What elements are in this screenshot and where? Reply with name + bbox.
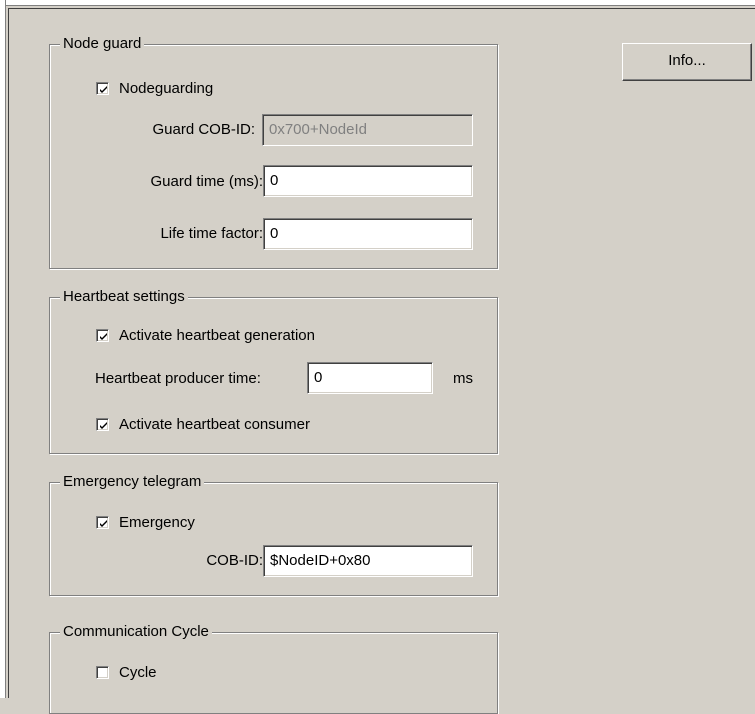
checkmark-icon bbox=[100, 422, 107, 429]
nodeguarding-checkbox[interactable] bbox=[96, 82, 109, 95]
emergency-checkbox-row[interactable]: Emergency bbox=[96, 514, 195, 531]
communication-cycle-title: Communication Cycle bbox=[60, 622, 212, 642]
nodeguarding-checkbox-row[interactable]: Nodeguarding bbox=[96, 80, 213, 97]
guard-cob-id-label: Guard COB-ID: bbox=[152, 121, 255, 138]
heartbeat-consumer-checkbox-row[interactable]: Activate heartbeat consumer bbox=[96, 416, 310, 433]
emergency-cob-id-label: COB-ID: bbox=[206, 552, 263, 569]
heartbeat-producer-time-field[interactable]: 0 bbox=[307, 362, 433, 394]
heartbeat-generation-checkbox-row[interactable]: Activate heartbeat generation bbox=[96, 327, 315, 344]
heartbeat-consumer-checkbox[interactable] bbox=[96, 418, 109, 431]
heartbeat-consumer-label: Activate heartbeat consumer bbox=[119, 416, 310, 433]
emergency-cob-id-field[interactable]: $NodeID+0x80 bbox=[263, 545, 473, 577]
node-guard-title: Node guard bbox=[60, 34, 145, 54]
cycle-checkbox[interactable] bbox=[96, 666, 109, 679]
emergency-telegram-group: Emergency telegram bbox=[49, 472, 498, 596]
panel-left-edge bbox=[8, 8, 9, 698]
heartbeat-generation-checkbox[interactable] bbox=[96, 329, 109, 342]
window-top-edge bbox=[0, 0, 755, 6]
heartbeat-producer-time-label: Heartbeat producer time: bbox=[95, 370, 261, 387]
checkmark-icon bbox=[100, 86, 107, 93]
heartbeat-generation-label: Activate heartbeat generation bbox=[119, 327, 315, 344]
panel-top-edge bbox=[8, 8, 755, 9]
guard-time-field[interactable]: 0 bbox=[263, 165, 473, 197]
checkmark-icon bbox=[100, 333, 107, 340]
guard-time-label: Guard time (ms): bbox=[150, 173, 263, 190]
window-left-edge bbox=[0, 0, 6, 698]
nodeguarding-label: Nodeguarding bbox=[119, 80, 214, 97]
life-time-factor-field[interactable]: 0 bbox=[263, 218, 473, 250]
checkmark-icon bbox=[100, 520, 107, 527]
cycle-label: Cycle bbox=[119, 664, 157, 681]
emergency-label: Emergency bbox=[119, 514, 195, 531]
guard-cob-id-field: 0x700+NodeId bbox=[262, 114, 473, 146]
heartbeat-producer-time-unit: ms bbox=[453, 370, 473, 387]
emergency-checkbox[interactable] bbox=[96, 516, 109, 529]
cycle-checkbox-row[interactable]: Cycle bbox=[96, 664, 157, 681]
heartbeat-settings-title: Heartbeat settings bbox=[60, 287, 188, 307]
emergency-telegram-title: Emergency telegram bbox=[60, 472, 205, 492]
info-button[interactable]: Info... bbox=[622, 43, 752, 81]
life-time-factor-label: Life time factor: bbox=[160, 225, 263, 242]
